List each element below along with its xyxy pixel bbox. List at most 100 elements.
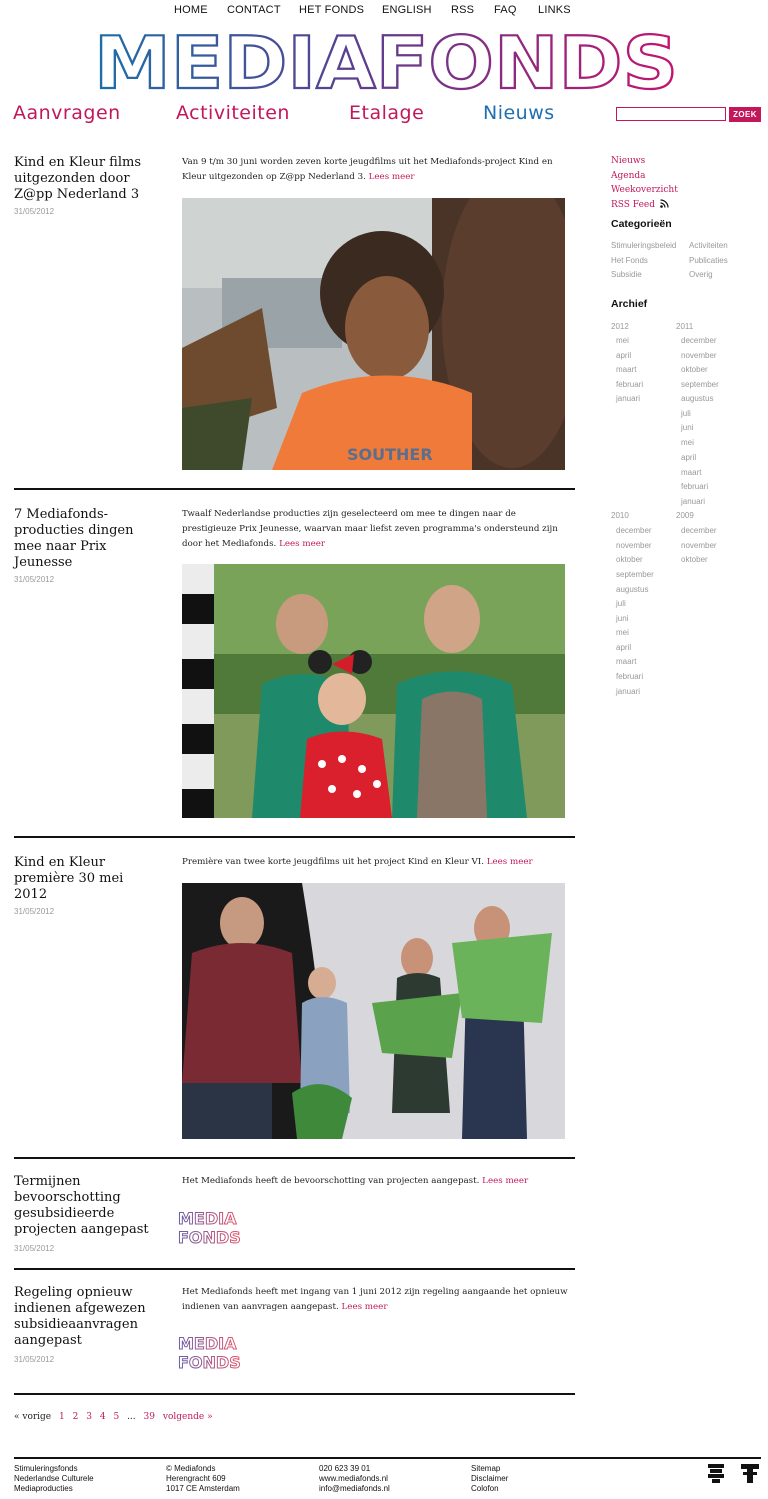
archive-month-link[interactable]: oktober (681, 365, 708, 374)
sidebar-link-weekoverzicht[interactable]: Weekoverzicht (611, 185, 678, 195)
search-button[interactable]: ZOEK (729, 107, 761, 122)
topnav-faq[interactable]: FAQ (494, 4, 517, 16)
pagination-page[interactable]: 5 (113, 1412, 119, 1422)
article-title[interactable]: Kind en Kleur première 30 mei 2012 (14, 855, 154, 903)
site-logo[interactable]: MEDIAFONDS MEDIAFONDS (92, 26, 680, 94)
pagination-next[interactable]: volgende » (163, 1412, 213, 1422)
category-link[interactable]: Publicaties (689, 256, 728, 265)
archive-month-link[interactable]: januari (616, 687, 640, 696)
topnav-home[interactable]: HOME (174, 4, 208, 16)
archive-month-link[interactable]: juli (616, 599, 626, 608)
archive-month-link[interactable]: december (616, 526, 652, 535)
mediafonds-mini-logo[interactable]: MEDIA FONDS (176, 1333, 256, 1373)
footer-organization: Stimuleringsfonds Nederlandse Culturele … (14, 1464, 94, 1494)
archive-month-link[interactable]: september (616, 570, 654, 579)
archive-month-link[interactable]: juni (616, 614, 628, 623)
archive-month-link[interactable]: maart (616, 657, 636, 666)
read-more-link[interactable]: Lees meer (487, 857, 533, 867)
pagination-page[interactable]: 4 (100, 1412, 106, 1422)
article-title[interactable]: Kind en Kleur films uitgezonden door Z@p… (14, 155, 154, 203)
archive-month-link[interactable]: maart (681, 468, 701, 477)
footer-divider (14, 1457, 761, 1459)
archive-month-link[interactable]: augustus (681, 394, 713, 403)
footer-text: © Mediafonds (166, 1464, 216, 1473)
archive-month-link[interactable]: februari (681, 482, 708, 491)
read-more-link[interactable]: Lees meer (482, 1176, 528, 1186)
archive-month-link[interactable]: april (616, 643, 631, 652)
archive-month-link[interactable]: mei (681, 438, 694, 447)
article-title[interactable]: 7 Mediafonds-producties dingen mee naar … (14, 507, 154, 571)
archive-month-link[interactable]: februari (616, 380, 643, 389)
pagination-prev[interactable]: « vorige (14, 1412, 51, 1422)
archive-month-link[interactable]: januari (616, 394, 640, 403)
topnav-english[interactable]: ENGLISH (382, 4, 432, 16)
sidebar-link-rss-feed[interactable]: RSS Feed (611, 199, 669, 210)
divider (14, 1268, 575, 1270)
footer-email-link[interactable]: info@mediafonds.nl (319, 1484, 390, 1494)
article-image[interactable] (182, 883, 565, 1139)
article-image[interactable]: SOUTHER (182, 198, 565, 470)
topnav-contact[interactable]: CONTACT (227, 4, 281, 16)
partner-logo-icon[interactable] (740, 1462, 760, 1484)
topnav-rss[interactable]: RSS (451, 4, 474, 16)
mini-logo-line: FONDS (178, 1228, 241, 1246)
read-more-link[interactable]: Lees meer (369, 172, 415, 182)
archive-year: 2009 (676, 511, 694, 520)
archive-month-link[interactable]: september (681, 380, 719, 389)
archive-month-link[interactable]: mei (616, 336, 629, 345)
archive-month-link[interactable]: mei (616, 628, 629, 637)
archive-month-link[interactable]: januari (681, 497, 705, 506)
archive-month-link[interactable]: augustus (616, 585, 648, 594)
archive-month-link[interactable]: juli (681, 409, 691, 418)
archive-month-link[interactable]: oktober (616, 555, 643, 564)
search-input[interactable] (616, 107, 726, 121)
article-title[interactable]: Termijnen bevoorschotting gesubsidieerde… (14, 1174, 154, 1238)
archive-month-link[interactable]: december (681, 526, 717, 535)
archive-month-link[interactable]: april (681, 453, 696, 462)
pagination-page[interactable]: 2 (73, 1412, 79, 1422)
topnav-het-fonds[interactable]: HET FONDS (299, 4, 364, 16)
section-nieuws[interactable]: Nieuws (483, 102, 555, 124)
footer-disclaimer-link[interactable]: Disclaimer (471, 1474, 508, 1484)
divider (14, 1157, 575, 1159)
section-aanvragen[interactable]: Aanvragen (13, 102, 121, 124)
category-link[interactable]: Activiteiten (689, 241, 728, 250)
category-link[interactable]: Stimuleringsbeleid (611, 241, 676, 250)
archive-month-link[interactable]: februari (616, 672, 643, 681)
footer-address: © Mediafonds Herengracht 609 1017 CE Ams… (166, 1464, 240, 1494)
footer-website-link[interactable]: www.mediafonds.nl (319, 1474, 390, 1484)
topnav-links[interactable]: LINKS (538, 4, 571, 16)
category-link[interactable]: Het Fonds (611, 256, 648, 265)
sidebar-link-agenda[interactable]: Agenda (611, 171, 646, 181)
archive-month-link[interactable]: november (681, 351, 717, 360)
category-link[interactable]: Overig (689, 270, 713, 279)
partner-logo-icon[interactable] (706, 1462, 726, 1484)
archive-month-link[interactable]: maart (616, 365, 636, 374)
article-summary-text: Van 9 t/m 30 juni worden zeven korte jeu… (182, 157, 553, 182)
pagination-last-page[interactable]: 39 (144, 1412, 155, 1422)
pagination-ellipsis: ... (127, 1412, 136, 1422)
pagination-page[interactable]: 3 (86, 1412, 92, 1422)
archive-month-link[interactable]: oktober (681, 555, 708, 564)
archive-heading: Archief (611, 298, 648, 310)
pagination-page[interactable]: 1 (59, 1412, 65, 1422)
archive-year: 2011 (676, 322, 694, 331)
article-summary-text: Première van twee korte jeugdfilms uit h… (182, 857, 484, 867)
archive-month-link[interactable]: november (681, 541, 717, 550)
archive-month-link[interactable]: april (616, 351, 631, 360)
archive-month-link[interactable]: juni (681, 423, 693, 432)
category-link[interactable]: Subsidie (611, 270, 642, 279)
section-etalage[interactable]: Etalage (349, 102, 424, 124)
mediafonds-mini-logo[interactable]: MEDIA FONDS (176, 1208, 256, 1248)
sidebar-link-nieuws[interactable]: Nieuws (611, 156, 645, 166)
article-title[interactable]: Regeling opnieuw indienen afgewezen subs… (14, 1285, 154, 1349)
read-more-link[interactable]: Lees meer (342, 1302, 388, 1312)
section-activiteiten[interactable]: Activiteiten (176, 102, 290, 124)
footer-sitemap-link[interactable]: Sitemap (471, 1464, 508, 1474)
footer-text: Nederlandse Culturele (14, 1474, 94, 1483)
archive-month-link[interactable]: november (616, 541, 652, 550)
read-more-link[interactable]: Lees meer (279, 539, 325, 549)
article-image[interactable] (182, 564, 565, 818)
archive-month-link[interactable]: december (681, 336, 717, 345)
footer-colofon-link[interactable]: Colofon (471, 1484, 508, 1494)
